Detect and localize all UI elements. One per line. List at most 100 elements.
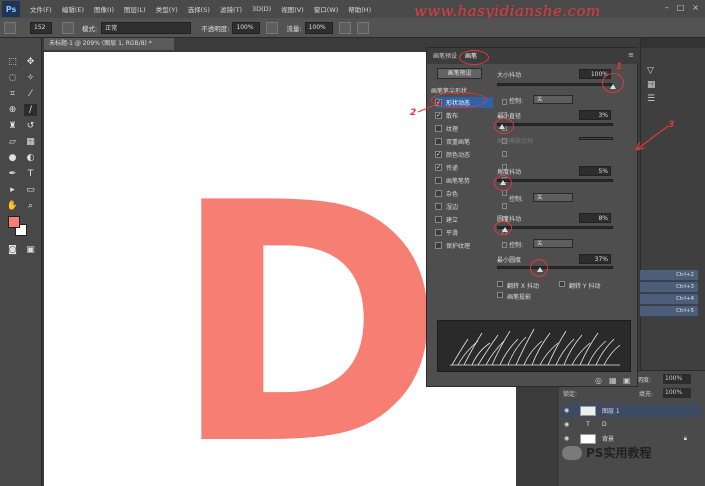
clone-stamp-icon[interactable]: ♜ xyxy=(6,120,19,132)
menu-view[interactable]: 视图(V) xyxy=(281,4,304,14)
menu-select[interactable]: 选择(S) xyxy=(188,4,210,14)
option-transfer[interactable]: ✓ 传递 xyxy=(435,162,507,173)
history-brush-icon[interactable]: ↺ xyxy=(24,120,37,132)
checkbox[interactable] xyxy=(435,138,442,145)
eye-icon[interactable]: ◉ xyxy=(564,435,572,442)
dodge-tool-icon[interactable]: ◐ xyxy=(24,152,37,164)
screen-mode-icon[interactable]: ▣ xyxy=(24,244,37,256)
new-preset-icon[interactable]: ▣ xyxy=(623,376,631,385)
size-control-select[interactable]: 关 xyxy=(533,95,573,104)
move-tool-icon[interactable]: ✥ xyxy=(24,56,37,68)
roundness-jitter-slider[interactable] xyxy=(497,226,613,229)
menu-layer[interactable]: 图层(L) xyxy=(124,4,146,14)
close-icon[interactable]: × xyxy=(692,3,699,12)
flip-x-checkbox[interactable] xyxy=(497,281,503,287)
mode-select[interactable]: 正常 xyxy=(101,21,192,34)
option-texture[interactable]: 纹理 xyxy=(435,123,507,134)
roundness-jitter-value[interactable]: 8% xyxy=(579,213,611,223)
opacity-field[interactable]: 100% xyxy=(232,21,261,34)
blur-tool-icon[interactable]: ● xyxy=(6,152,19,164)
option-build-up[interactable]: 建立 xyxy=(435,214,507,225)
marquee-tool-icon[interactable]: ⬚ xyxy=(6,56,19,68)
grid-icon[interactable]: ▦ xyxy=(647,78,656,92)
airbrush-icon[interactable] xyxy=(338,21,351,34)
menu-window[interactable]: 窗口(W) xyxy=(314,4,339,14)
channel-row-4[interactable]: Ctrl+4 xyxy=(640,294,698,305)
checkbox[interactable]: ✓ xyxy=(435,151,442,158)
size-jitter-slider[interactable] xyxy=(497,83,613,86)
option-protect-texture[interactable]: 保护纹理 xyxy=(435,240,507,251)
pen-tool-icon[interactable]: ✒ xyxy=(6,168,19,180)
angle-jitter-value[interactable]: 5% xyxy=(579,166,611,176)
layer-row[interactable]: ◉ 图层 1 xyxy=(561,404,701,417)
list-icon[interactable]: ☰ xyxy=(647,92,656,106)
healing-brush-icon[interactable]: ⊕ xyxy=(6,104,19,116)
menu-3d[interactable]: 3D(D) xyxy=(252,5,271,13)
shape-tool-icon[interactable]: ▭ xyxy=(24,184,37,196)
lasso-tool-icon[interactable]: ◌ xyxy=(6,72,19,84)
flip-y-checkbox[interactable] xyxy=(559,281,565,287)
option-color-dynamics[interactable]: ✓ 颜色动态 xyxy=(435,149,507,160)
channel-row-5[interactable]: Ctrl+5 xyxy=(640,306,698,317)
brush-projection-checkbox[interactable] xyxy=(497,292,503,298)
foreground-color-swatch[interactable] xyxy=(8,216,20,228)
roundness-control-select[interactable]: 关 xyxy=(533,239,573,248)
min-roundness-value[interactable]: 37% xyxy=(579,254,611,264)
min-diameter-slider[interactable] xyxy=(497,123,613,126)
menu-help[interactable]: 帮助(H) xyxy=(348,4,371,14)
brush-panel-toggle-icon[interactable] xyxy=(62,21,74,34)
brush-tool-preset-icon[interactable] xyxy=(4,21,16,34)
checkbox[interactable] xyxy=(435,177,442,184)
checkbox[interactable] xyxy=(435,203,442,210)
type-tool-icon[interactable]: T xyxy=(24,168,37,180)
eye-icon[interactable]: ◉ xyxy=(564,407,572,414)
checkbox[interactable] xyxy=(435,242,442,249)
tab-brush-presets[interactable]: 画笔预设 xyxy=(433,51,457,60)
min-roundness-slider[interactable] xyxy=(497,266,613,269)
maximize-icon[interactable]: □ xyxy=(677,3,685,12)
option-smoothing[interactable]: 平滑 xyxy=(435,227,507,238)
option-noise[interactable]: 杂色 xyxy=(435,188,507,199)
menu-filter[interactable]: 滤镜(T) xyxy=(220,4,242,14)
option-brush-pose[interactable]: 画笔笔势 xyxy=(435,175,507,186)
angle-control-select[interactable]: 关 xyxy=(533,193,573,202)
min-diameter-value[interactable]: 3% xyxy=(579,110,611,120)
option-wet-edges[interactable]: 湿边 xyxy=(435,201,507,212)
pressure-opacity-icon[interactable] xyxy=(266,21,279,34)
quick-mask-icon[interactable]: ◙ xyxy=(6,244,19,256)
layer-row[interactable]: ◉ T D xyxy=(561,418,701,431)
zoom-tool-icon[interactable]: ⌕ xyxy=(24,200,37,212)
checkbox[interactable] xyxy=(435,229,442,236)
pressure-size-icon[interactable] xyxy=(356,21,369,34)
checkbox[interactable] xyxy=(435,216,442,223)
minimize-icon[interactable]: – xyxy=(665,3,669,12)
crop-tool-icon[interactable]: ⌗ xyxy=(6,88,19,100)
channel-row-2[interactable]: Ctrl+2 xyxy=(640,270,698,281)
menu-image[interactable]: 图像(I) xyxy=(94,4,114,14)
layers-fill-field[interactable]: 100% xyxy=(663,388,691,398)
option-dual-brush[interactable]: 双重画笔 xyxy=(435,136,507,147)
play-icon[interactable]: ▽ xyxy=(647,64,656,78)
brush-tool-icon[interactable]: ∕ xyxy=(24,104,37,116)
checkbox[interactable]: ✓ xyxy=(435,164,442,171)
menu-edit[interactable]: 编辑(E) xyxy=(62,4,84,14)
checkbox[interactable] xyxy=(435,125,442,132)
brush-presets-button[interactable]: 画笔预设 xyxy=(437,68,482,79)
magic-wand-icon[interactable]: ✧ xyxy=(24,72,37,84)
menu-type[interactable]: 类型(Y) xyxy=(156,4,178,14)
layers-opacity-field[interactable]: 100% xyxy=(663,374,691,384)
hand-tool-icon[interactable]: ✋ xyxy=(6,200,19,212)
grid-icon[interactable]: ▦ xyxy=(609,376,617,385)
panel-menu-icon[interactable]: ≡ xyxy=(628,51,634,59)
gradient-icon[interactable]: ▦ xyxy=(24,136,37,148)
flow-field[interactable]: 100% xyxy=(304,21,333,34)
eraser-icon[interactable]: ▱ xyxy=(6,136,19,148)
eyedropper-icon[interactable]: ⁄ xyxy=(24,88,37,100)
channel-row-3[interactable]: Ctrl+3 xyxy=(640,282,698,293)
path-select-icon[interactable]: ▸ xyxy=(6,184,19,196)
menu-file[interactable]: 文件(F) xyxy=(30,4,52,14)
toggle-hard-bristle-icon[interactable]: ◎ xyxy=(595,376,602,385)
angle-jitter-slider[interactable] xyxy=(497,179,613,182)
checkbox[interactable] xyxy=(435,190,442,197)
document-tab[interactable]: 未标题-1 @ 209% (图层 1, RGB/8) * xyxy=(44,38,174,50)
